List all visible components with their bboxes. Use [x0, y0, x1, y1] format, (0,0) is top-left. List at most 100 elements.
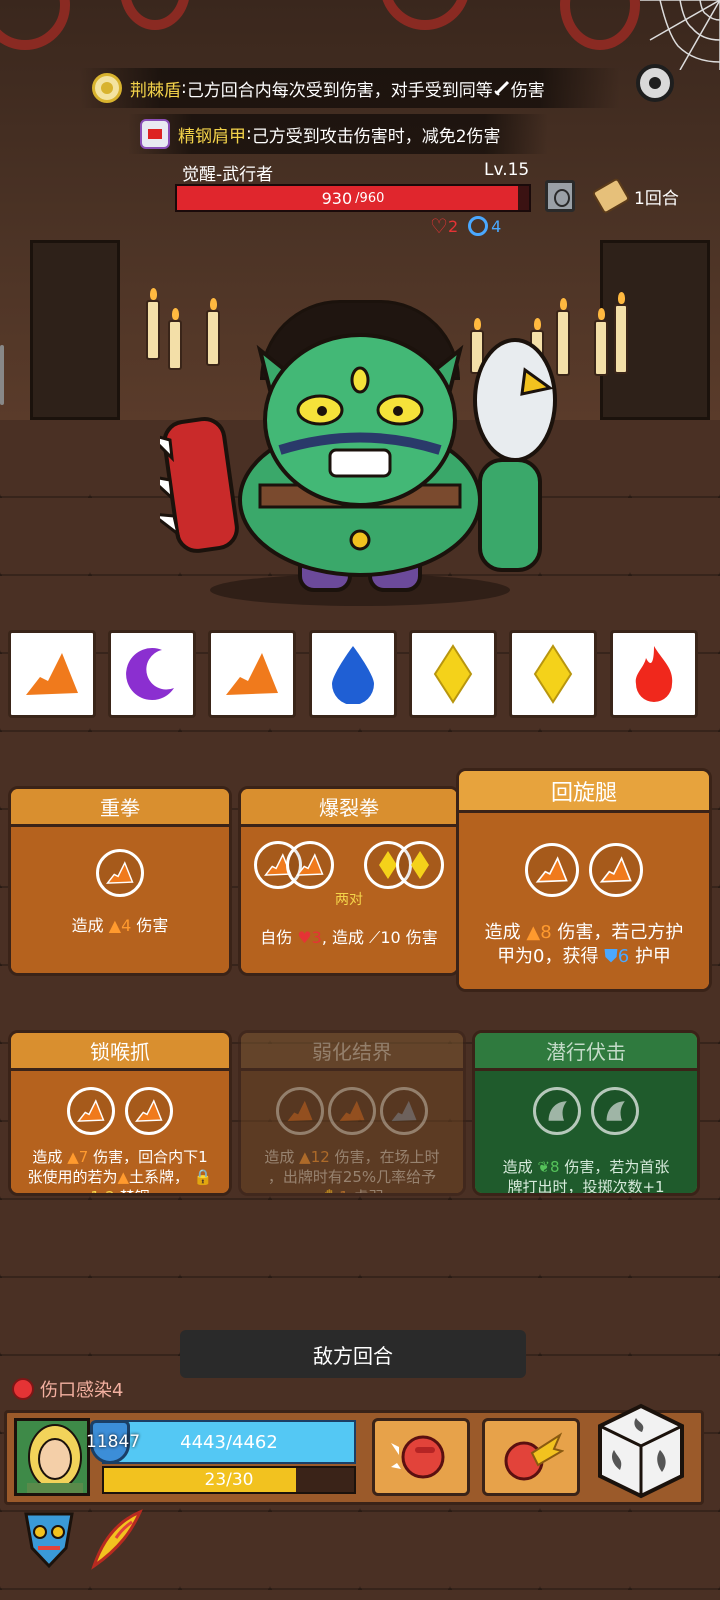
settings-gear-icon[interactable] [636, 64, 674, 102]
moon-icon [126, 648, 174, 701]
tribal-mask-relic-icon[interactable] [20, 1508, 78, 1570]
earth-slot-icon [125, 1087, 173, 1135]
enemy-turn-button[interactable]: 敌方回合 [180, 1330, 526, 1378]
desc-text: 张使用的若为 [27, 1168, 118, 1186]
debuff-label: 伤口感染4 [40, 1380, 124, 1401]
damage-value: 8 [550, 1158, 560, 1176]
earth-slot-icon [589, 843, 643, 897]
effect-description: 己方回合内每次受到伤害，对手受到同等 [186, 80, 493, 101]
skill-card-burst-fist[interactable]: 爆裂拳 两对 自伤 ♥3, 造成 ⟋10 伤害 [238, 786, 460, 976]
earth-card-icon: ▲ [117, 1168, 130, 1186]
die-slot[interactable] [108, 630, 196, 718]
enemy-hp-bar: 930 /960 [175, 184, 531, 212]
desc-text: 牌打出时，投掷次数+1 [507, 1178, 665, 1196]
die-slot[interactable] [8, 630, 96, 718]
wind-slot-icon [533, 1087, 581, 1135]
stone-pillar [30, 240, 120, 420]
skill-card-heavy-punch[interactable]: 重拳 造成 ▲4 伤害 [8, 786, 232, 976]
die-slot[interactable] [509, 630, 597, 718]
desc-text: 造成 [484, 922, 521, 943]
earth-damage-icon: ▲ [108, 916, 122, 935]
candle [146, 288, 160, 360]
lock-icon: 🔒 [193, 1168, 213, 1186]
damage-value: 7 [78, 1148, 89, 1166]
turn-counter: 1回合 [591, 177, 679, 215]
item-spiked-fist[interactable] [372, 1418, 470, 1496]
die-slot[interactable] [409, 630, 497, 718]
desc-text: 自伤 [260, 928, 293, 947]
candle [594, 308, 608, 376]
damage-value: 12 [310, 1148, 330, 1166]
lightning-pair-slots [364, 841, 444, 889]
desc-text: 伤害，回合内下1 [93, 1148, 208, 1166]
roll-dice-button[interactable] [596, 1402, 686, 1500]
enemy-level: Lv.15 [484, 160, 530, 180]
spiked-armor-icon [140, 119, 170, 149]
flaming-feather-relic-icon[interactable] [86, 1508, 144, 1570]
desc-text: 护甲 [634, 946, 671, 967]
spiked-fist-icon [391, 1435, 445, 1479]
effect-name: 精钢肩甲 [178, 126, 246, 147]
desc-text: 伤害 [405, 928, 438, 947]
skill-card-stealth-ambush[interactable]: 潜行伏击 造成 ❦8 伤害，若为首张 牌打出时，投掷次数+1 [472, 1030, 700, 1196]
fire-icon [635, 646, 673, 702]
desc-text: 土系牌， [129, 1168, 190, 1186]
card-title: 重拳 [11, 789, 229, 827]
item-fire-meteor[interactable] [482, 1418, 580, 1496]
wound-infection-icon [12, 1378, 34, 1400]
player-avatar[interactable] [14, 1418, 90, 1496]
weakness-icon: ✋ [320, 1188, 339, 1193]
self-damage-value: 3 [311, 928, 322, 947]
desc-text: 造成 [71, 916, 104, 935]
skill-card-spin-kick[interactable]: 回旋腿 造成 ▲8 伤害，若己方护 甲为0，获得 ⛊6 护甲 [456, 768, 712, 992]
desc-text: 伤害 [136, 916, 169, 935]
card-description: 造成 ▲4 伤害 [17, 915, 223, 937]
earth-slot-icon [276, 1087, 324, 1135]
fire-meteor-icon [504, 1432, 564, 1481]
desc-text: 伤害，若己方护 [557, 922, 684, 943]
any-element-slot-icon [380, 1087, 428, 1135]
card-description: 造成 ▲7 伤害，回合内下1 张使用的若为▲土系牌， 🔒 1-2 禁锢 [17, 1147, 223, 1193]
enemy-info-book-icon[interactable] [545, 180, 575, 212]
player-energy-bar: 23/30 [102, 1466, 356, 1494]
goblin-monk-enemy[interactable] [160, 310, 560, 610]
lightning-slot-icon [396, 841, 444, 889]
die-slot[interactable] [208, 630, 296, 718]
player-hp-bar: 4443/4462 [102, 1420, 356, 1464]
earth-slot-icon [525, 843, 579, 897]
die-slot[interactable] [309, 630, 397, 718]
wind-slot-icon [591, 1087, 639, 1135]
spider-web-decoration [640, 0, 720, 70]
desc-text: 虚弱 [354, 1188, 384, 1193]
card-description: 造成 ❦8 伤害，若为首张 牌打出时，投掷次数+1 [481, 1157, 691, 1196]
wound-infection-debuff[interactable]: 伤口感染4 [12, 1376, 123, 1402]
card-description: 自伤 ♥3, 造成 ⟋10 伤害 [247, 927, 451, 949]
pair-requirement-label: 两对 [335, 892, 363, 908]
die-slot[interactable] [610, 630, 698, 718]
earth-rock-icon [26, 653, 78, 695]
sword-icon: ⟋ [369, 928, 381, 947]
player-energy-text: 23/30 [204, 1470, 254, 1490]
focus-ring-icon [468, 216, 489, 236]
card-title: 回旋腿 [459, 771, 709, 813]
effect-description: 己方受到攻击伤害时，减免2伤害 [251, 126, 501, 147]
enemy-hp-current: 930 [321, 188, 353, 208]
skill-card-weaken-field[interactable]: 弱化结界 造成 ▲12 伤害，在场上时 ，出牌时有25%几率给予 ✋1 虚弱 [238, 1030, 466, 1196]
lightning-diamond-icon [433, 644, 473, 704]
player-shield-value: 11847 [86, 1432, 141, 1452]
desc-text: , 造成 [321, 928, 365, 947]
broken-heart-icon: ♥ [297, 928, 312, 947]
card-title: 锁喉抓 [11, 1033, 229, 1071]
card-title: 潜行伏击 [475, 1033, 697, 1071]
turn-label: 1回合 [634, 188, 679, 209]
earth-slot-icon [328, 1087, 376, 1135]
earth-damage-icon: ▲ [526, 922, 541, 943]
lightning-diamond-icon [533, 644, 573, 704]
earth-slot-icon [286, 841, 334, 889]
sword-icon [494, 80, 509, 96]
effect-description-tail: 伤害 [510, 80, 545, 101]
damage-value: 4 [121, 916, 132, 935]
skill-card-throat-grab[interactable]: 锁喉抓 造成 ▲7 伤害，回合内下1 张使用的若为▲土系牌， 🔒 1-2 禁锢 [8, 1030, 232, 1196]
enemy-stats: ♡ 2 4 [430, 214, 501, 238]
hero-portrait [17, 1421, 87, 1493]
